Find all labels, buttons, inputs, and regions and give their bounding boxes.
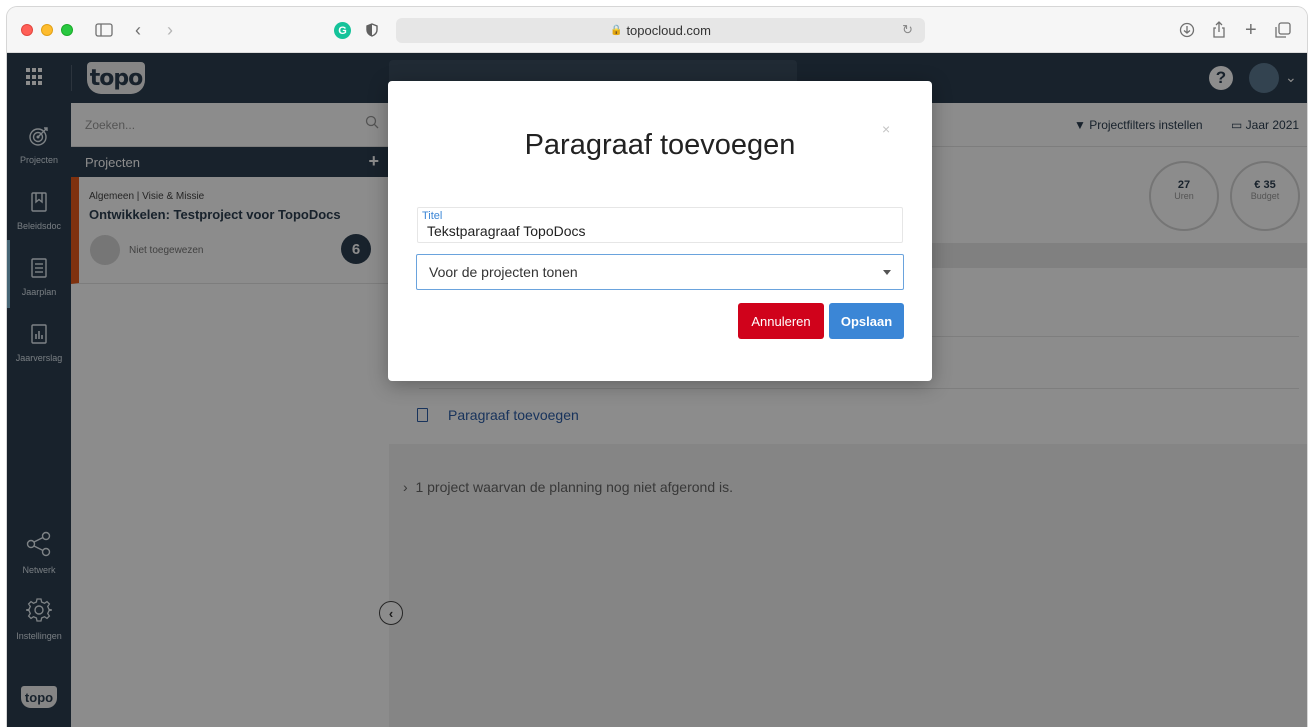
shield-icon[interactable] bbox=[366, 18, 378, 42]
back-arrow-icon[interactable]: ‹ bbox=[135, 18, 141, 42]
minimize-window-button[interactable] bbox=[41, 24, 53, 36]
grammarly-icon[interactable]: G bbox=[334, 22, 351, 39]
download-icon[interactable] bbox=[1179, 18, 1195, 42]
title-field[interactable]: Titel Tekstparagraaf TopoDocs bbox=[417, 207, 903, 243]
new-tab-icon[interactable]: + bbox=[1245, 18, 1257, 42]
lock-icon: 🔒 bbox=[609, 25, 623, 36]
cancel-button[interactable]: Annuleren bbox=[738, 303, 824, 339]
position-select[interactable]: Voor de projecten tonen bbox=[416, 254, 904, 290]
sidebar-toggle-icon[interactable] bbox=[95, 18, 113, 42]
title-field-value: Tekstparagraaf TopoDocs bbox=[427, 223, 586, 239]
tabs-overview-icon[interactable] bbox=[1275, 18, 1291, 42]
close-window-button[interactable] bbox=[21, 24, 33, 36]
share-icon[interactable] bbox=[1212, 18, 1226, 42]
browser-window: ‹ › G 🔒 topocloud.com ↻ + topo ? ⌄ Proje… bbox=[7, 7, 1307, 727]
browser-toolbar: ‹ › G 🔒 topocloud.com ↻ + bbox=[7, 7, 1307, 53]
address-bar[interactable]: 🔒 topocloud.com ↻ bbox=[396, 18, 925, 43]
url-text: topocloud.com bbox=[626, 23, 711, 38]
position-select-value: Voor de projecten tonen bbox=[429, 264, 578, 280]
reload-icon[interactable]: ↻ bbox=[902, 22, 913, 38]
save-button[interactable]: Opslaan bbox=[829, 303, 904, 339]
maximize-window-button[interactable] bbox=[61, 24, 73, 36]
close-icon[interactable]: × bbox=[882, 121, 890, 137]
add-paragraph-modal: Paragraaf toevoegen × Titel Tekstparagra… bbox=[388, 81, 932, 381]
modal-title: Paragraaf toevoegen bbox=[524, 129, 796, 161]
forward-arrow-icon[interactable]: › bbox=[167, 18, 173, 42]
caret-down-icon bbox=[883, 270, 891, 275]
title-field-label: Titel bbox=[422, 210, 443, 222]
